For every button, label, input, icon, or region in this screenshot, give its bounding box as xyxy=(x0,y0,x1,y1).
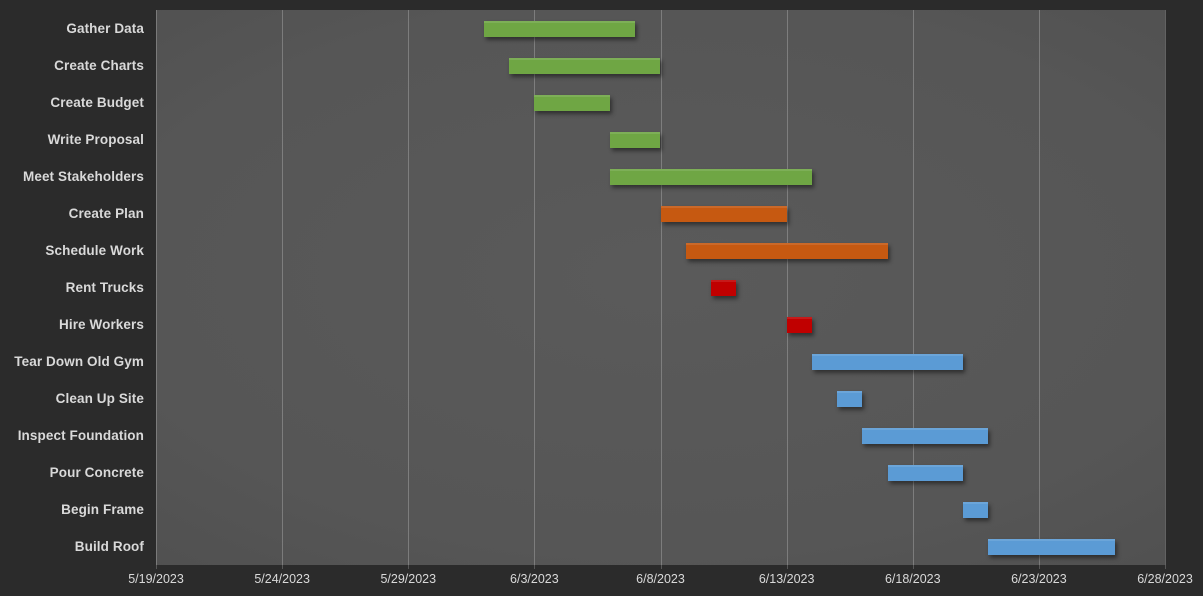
y-axis-label: Schedule Work xyxy=(45,242,144,258)
gridline xyxy=(1038,10,1040,565)
x-axis-label: 6/18/2023 xyxy=(884,572,941,586)
gridline xyxy=(912,10,914,565)
x-axis-label: 6/3/2023 xyxy=(510,572,559,586)
y-axis-label: Inspect Foundation xyxy=(17,427,144,443)
gantt-bar[interactable] xyxy=(483,20,636,37)
x-axis-tick xyxy=(282,565,284,569)
x-axis-label: 6/8/2023 xyxy=(636,572,685,586)
x-axis-tick xyxy=(660,565,662,569)
gantt-bar[interactable] xyxy=(610,168,812,185)
gantt-bar[interactable] xyxy=(988,538,1115,555)
y-axis-label: Hire Workers xyxy=(59,316,144,332)
y-axis-label: Meet Stakeholders xyxy=(23,168,144,184)
y-axis-label: Create Charts xyxy=(54,57,144,73)
gridline xyxy=(786,10,788,565)
gridline xyxy=(408,10,410,565)
x-axis-label: 6/28/2023 xyxy=(1137,572,1193,586)
gridline xyxy=(534,10,536,565)
gantt-bar[interactable] xyxy=(509,57,661,74)
y-axis-label: Begin Frame xyxy=(61,501,144,517)
y-axis-task-labels: Gather Data Create Charts Create Budget Wri… xyxy=(0,10,150,565)
gridline xyxy=(1165,10,1166,565)
y-axis-label: Rent Trucks xyxy=(65,279,144,295)
y-axis-label: Build Roof xyxy=(74,538,144,554)
gantt-bar[interactable] xyxy=(610,131,661,148)
gantt-bar[interactable] xyxy=(685,242,888,259)
y-axis-label: Clean Up Site xyxy=(55,390,144,406)
y-axis-label: Pour Concrete xyxy=(49,464,144,480)
gantt-bar[interactable] xyxy=(786,316,813,333)
x-axis-tick xyxy=(1038,565,1040,569)
y-axis-label: Write Proposal xyxy=(47,131,144,147)
x-axis-label: 5/29/2023 xyxy=(380,572,437,586)
x-axis-tick xyxy=(912,565,914,569)
x-axis-tick xyxy=(408,565,410,569)
gantt-bar[interactable] xyxy=(534,94,611,111)
x-axis-label: 6/13/2023 xyxy=(758,572,815,586)
gantt-bar[interactable] xyxy=(963,501,989,518)
y-axis-label: Gather Data xyxy=(66,20,144,36)
x-axis-label: 5/19/2023 xyxy=(128,572,184,586)
gantt-chart: Gather Data Create Charts Create Budget Wri… xyxy=(0,0,1203,596)
y-axis-label: Create Budget xyxy=(50,94,144,110)
gantt-bar[interactable] xyxy=(837,390,863,407)
x-axis-label: 5/24/2023 xyxy=(254,572,310,586)
plot-area xyxy=(156,10,1166,565)
gantt-bar[interactable] xyxy=(887,464,964,481)
y-axis-label: Create Plan xyxy=(68,205,144,221)
gantt-bar[interactable] xyxy=(811,353,964,370)
x-axis-tick xyxy=(786,565,788,569)
gridline xyxy=(156,10,157,565)
x-axis-label: 6/23/2023 xyxy=(1011,572,1067,586)
gantt-bar[interactable] xyxy=(660,205,787,222)
gantt-bar[interactable] xyxy=(862,427,989,444)
x-axis-tick xyxy=(156,565,157,569)
y-axis-label: Tear Down Old Gym xyxy=(14,353,144,369)
gantt-bar[interactable] xyxy=(710,279,737,296)
x-axis-date-labels: 5/19/2023 5/24/2023 5/29/2023 6/3/2023 6/8/2… xyxy=(0,565,1203,596)
gridline xyxy=(282,10,284,565)
x-axis-tick xyxy=(534,565,536,569)
gridline xyxy=(660,10,662,565)
x-axis-tick xyxy=(1165,565,1166,569)
